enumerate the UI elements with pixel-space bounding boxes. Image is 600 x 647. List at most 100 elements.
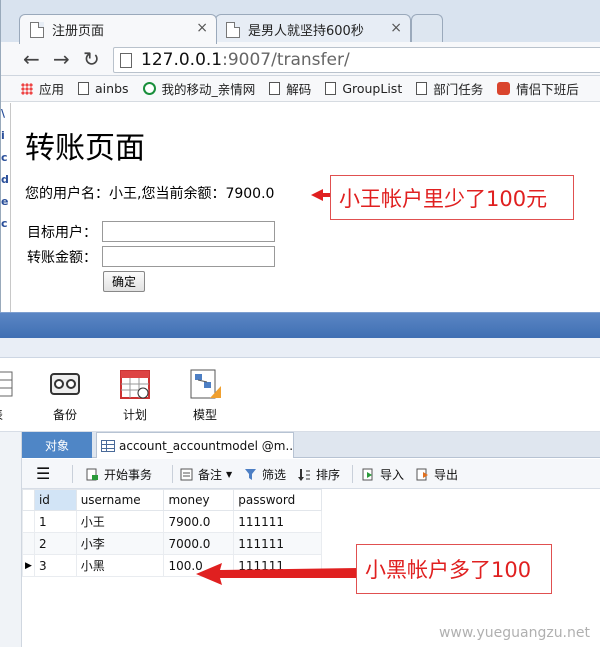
note-button[interactable]: 备注 ▼ (180, 466, 232, 483)
sort-icon (298, 469, 310, 481)
export-button[interactable]: 导出 (416, 466, 458, 483)
tab-account-table-label: account_accountmodel @m... (119, 438, 294, 453)
bookmark-label: 情侣下班后 (516, 82, 579, 97)
target-user-row: 目标用户： (27, 221, 275, 242)
sort-label: 排序 (316, 468, 341, 482)
forward-button[interactable]: → (53, 48, 70, 70)
close-icon[interactable]: × (196, 20, 208, 36)
cell-username[interactable]: 小李 (75, 532, 165, 555)
left-gutter (0, 432, 22, 647)
bookmark-label: ainbs (95, 81, 129, 96)
ribbon-label: 备份 (52, 408, 77, 422)
page-icon (30, 21, 44, 38)
header-row: id username money password (22, 489, 322, 511)
amount-input[interactable] (102, 246, 275, 267)
tab-register[interactable]: 注册页面 × (19, 14, 217, 44)
table-toolbar: ☰ 开始事务 备注 ▼ 筛选 排序 导入 导出 (22, 459, 600, 489)
cell-username[interactable]: 小王 (75, 510, 165, 533)
apps-icon (21, 82, 33, 95)
close-icon[interactable]: × (390, 20, 402, 36)
bookmarks-bar: 应用 ainbs 我的移动_亲情网 解码 GroupList 部门任务 情侣下班… (1, 76, 600, 102)
cell-username[interactable]: 小黑 (75, 554, 165, 577)
globe-icon (142, 82, 156, 95)
new-tab-button[interactable] (411, 14, 443, 44)
bookmark-label: 应用 (39, 82, 65, 97)
browser-window: 注册页面 × 是男人就坚持600秒 × ← → ↻ 127.0.0.1:9007… (0, 0, 600, 312)
separator (72, 465, 73, 483)
table-row[interactable]: 1 小王 7900.0 111111 (22, 510, 322, 533)
menu-icon[interactable]: ☰ (36, 464, 50, 483)
confirm-button[interactable]: 确定 (103, 271, 145, 292)
sort-button[interactable]: 排序 (298, 466, 340, 483)
bookmark-grouplist[interactable]: GroupList (325, 81, 402, 96)
amount-row: 转账金额： (27, 246, 275, 267)
bookmark-decode[interactable]: 解码 (269, 79, 311, 98)
separator (172, 465, 173, 483)
page-icon (269, 82, 281, 95)
column-header-id[interactable]: id (33, 489, 77, 511)
row-marker (22, 510, 35, 533)
cell-id[interactable]: 2 (33, 532, 77, 555)
column-header-username[interactable]: username (75, 489, 165, 511)
tab-strip: 注册页面 × 是男人就坚持600秒 × (1, 0, 600, 44)
row-marker-header (22, 489, 35, 511)
filter-icon (245, 469, 256, 480)
cell-id[interactable]: 1 (33, 510, 77, 533)
filter-button[interactable]: 筛选 (244, 466, 286, 483)
tab-objects[interactable]: 对象 (22, 432, 92, 458)
tab-account-table[interactable]: account_accountmodel @m... (96, 432, 294, 458)
address-bar[interactable]: 127.0.0.1:9007/transfer/ (113, 47, 600, 73)
filter-label: 筛选 (262, 468, 287, 482)
ribbon-label: 表 (0, 408, 3, 422)
bookmark-ainbs[interactable]: ainbs (78, 81, 129, 96)
title-bar (0, 312, 600, 338)
begin-transaction-button[interactable]: 开始事务 (86, 466, 152, 483)
strip-char: c (1, 217, 8, 230)
navicat-window: 表 备份 计划 模型 对象 (0, 312, 600, 647)
bookmark-label: 部门任务 (433, 82, 484, 97)
back-button[interactable]: ← (23, 48, 40, 70)
column-header-money[interactable]: money (163, 489, 235, 511)
tab-game[interactable]: 是男人就坚持600秒 × (215, 14, 411, 44)
column-header-password[interactable]: password (233, 489, 322, 511)
background-window-strip: \ i c d e c (1, 103, 11, 312)
bookmark-family-net[interactable]: 我的移动_亲情网 (142, 79, 255, 98)
reload-button[interactable]: ↻ (83, 48, 100, 70)
import-button[interactable]: 导入 (362, 466, 404, 483)
cell-money[interactable]: 7900.0 (163, 510, 235, 533)
page-icon (78, 82, 90, 95)
cell-password[interactable]: 111111 (233, 532, 322, 555)
page-icon (416, 82, 428, 95)
menu-bar (0, 338, 600, 358)
cell-password[interactable]: 111111 (233, 510, 322, 533)
table-icon (0, 368, 14, 400)
table-row[interactable]: 2 小李 7000.0 111111 (22, 532, 322, 555)
cell-money[interactable]: 7000.0 (163, 532, 235, 555)
ribbon-backup[interactable]: 备份 (40, 368, 90, 423)
bookmark-dept-tasks[interactable]: 部门任务 (416, 79, 483, 98)
object-tabs: 对象 account_accountmodel @m... (22, 432, 600, 458)
dropdown-icon: ▼ (226, 470, 233, 479)
table-grid-icon (101, 439, 115, 452)
note-label: 备注 (198, 468, 223, 482)
ribbon-toolbar: 表 备份 计划 模型 (0, 358, 600, 432)
page-icon (226, 21, 240, 38)
tab-game-label: 是男人就坚持600秒 (248, 24, 364, 39)
model-icon (188, 368, 222, 400)
bookmark-apps[interactable]: 应用 (21, 79, 64, 98)
strip-char: \ (1, 107, 6, 120)
bookmark-couples[interactable]: 情侣下班后 (497, 79, 579, 98)
row-marker (22, 532, 35, 555)
import-icon (362, 468, 373, 481)
screenshot-root: 注册页面 × 是男人就坚持600秒 × ← → ↻ 127.0.0.1:9007… (0, 0, 600, 647)
top-callout: 小王帐户里少了100元 (330, 175, 574, 220)
ribbon-schedule[interactable]: 计划 (110, 368, 160, 423)
target-user-input[interactable] (102, 221, 275, 242)
backup-icon (48, 368, 82, 400)
transaction-icon (86, 468, 98, 481)
tab-register-label: 注册页面 (52, 24, 105, 39)
bookmark-label: GroupList (342, 81, 403, 96)
ribbon-table[interactable]: 表 (0, 368, 22, 423)
cell-id[interactable]: 3 (33, 554, 77, 577)
ribbon-model[interactable]: 模型 (180, 368, 230, 423)
